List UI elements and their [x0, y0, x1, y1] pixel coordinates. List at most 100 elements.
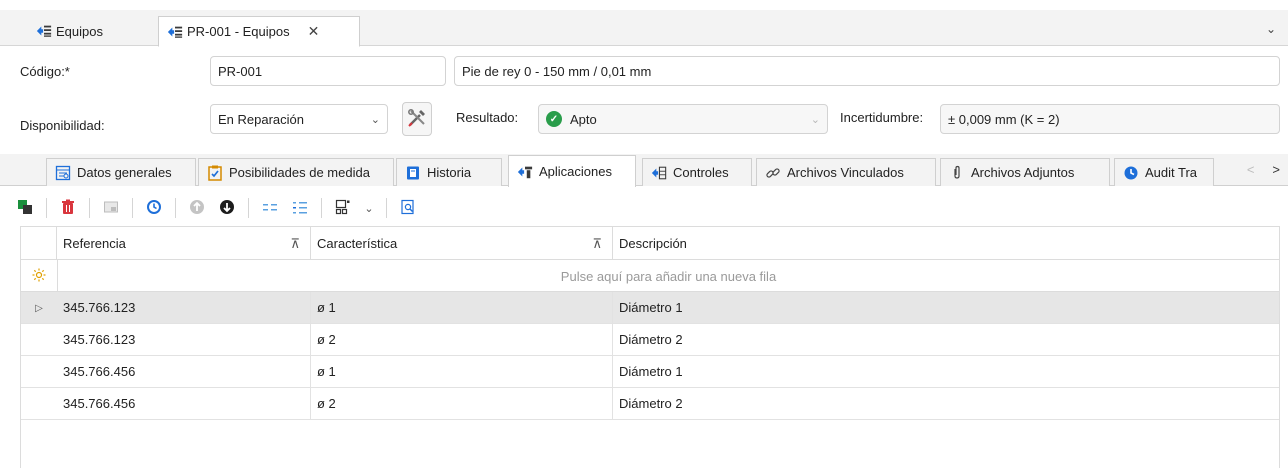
tab-label: Archivos Vinculados	[787, 165, 904, 180]
cell-descripcion[interactable]: Diámetro 1	[613, 292, 1279, 323]
cell-descripcion[interactable]: Diámetro 2	[613, 388, 1279, 419]
toolbar-separator	[248, 198, 249, 218]
cell-descripcion[interactable]: Diámetro 2	[613, 324, 1279, 355]
edit-row-button[interactable]	[98, 195, 124, 221]
history-button[interactable]	[141, 195, 167, 221]
disponibilidad-row: Disponibilidad: En Reparación ⌄ Resultad…	[0, 102, 1288, 142]
cell-descripcion[interactable]: Diámetro 1	[613, 356, 1279, 387]
column-header-referencia[interactable]: Referencia ⊼	[57, 227, 311, 260]
table-row[interactable]: ▷ 345.766.123 ø 1 Diámetro 1	[21, 292, 1279, 324]
history-book-icon	[405, 165, 421, 181]
tab-posibilidades-de-medida[interactable]: Posibilidades de medida	[198, 158, 394, 186]
arrow-up-circle-icon	[189, 199, 205, 218]
tab-audit-trail[interactable]: Audit Tra	[1114, 158, 1214, 186]
tab-datos-generales[interactable]: Datos generales	[46, 158, 196, 186]
detail-tab-bar: Datos generales Posibilidades de medida …	[0, 154, 1288, 187]
table-row[interactable]: 345.766.456 ø 2 Diámetro 2	[21, 388, 1279, 420]
applications-icon	[517, 164, 533, 180]
add-row-button[interactable]	[12, 195, 38, 221]
column-header-label: Característica	[317, 236, 398, 251]
sort-icon[interactable]: ⊼	[290, 236, 300, 252]
toolbar-separator	[386, 198, 387, 218]
close-icon[interactable]: ✕	[308, 23, 320, 40]
sort-icon[interactable]: ⊼	[592, 236, 602, 252]
tab-label: Archivos Adjuntos	[971, 165, 1075, 180]
tab-archivos-vinculados[interactable]: Archivos Vinculados	[756, 158, 936, 186]
trash-icon	[60, 199, 76, 218]
cell-referencia[interactable]: 345.766.123	[57, 324, 311, 355]
doc-tab-equipos[interactable]: Equipos	[28, 16, 111, 46]
cell-caracteristica[interactable]: ø 1	[311, 356, 613, 387]
doc-tab-label: PR-001 - Equipos	[187, 24, 290, 39]
tab-label: Historia	[427, 165, 472, 180]
collapse-icon	[262, 199, 278, 218]
checklist-icon	[207, 165, 223, 181]
tab-historia[interactable]: Historia	[396, 158, 502, 186]
resultado-label: Resultado:	[456, 110, 519, 125]
toolbar-separator	[132, 198, 133, 218]
tab-label: Audit Tra	[1145, 165, 1198, 180]
layout-button[interactable]	[330, 195, 356, 221]
equipment-icon	[167, 24, 183, 40]
tab-label: Controles	[673, 165, 729, 180]
tab-controles[interactable]: Controles	[642, 158, 752, 186]
arrow-down-circle-icon	[219, 199, 235, 218]
table-row[interactable]: 345.766.456 ø 1 Diámetro 1	[21, 356, 1279, 388]
tab-aplicaciones[interactable]: Aplicaciones	[508, 155, 636, 187]
cell-referencia[interactable]: 345.766.456	[57, 388, 311, 419]
repair-tools-button[interactable]	[402, 102, 432, 136]
layout-dropdown-button[interactable]: ⌄	[360, 195, 378, 221]
codigo-label: Código:*	[20, 64, 70, 79]
print-preview-button[interactable]	[395, 195, 421, 221]
window-icon	[103, 199, 119, 218]
row-indicator: ▷	[21, 292, 57, 324]
chevron-down-icon: ⌄	[810, 113, 820, 126]
check-circle-icon: ✓	[546, 111, 562, 127]
chevron-down-icon[interactable]: ⌄	[1266, 22, 1276, 36]
grid-toolbar: ⌄	[8, 191, 1280, 225]
cell-referencia[interactable]: 345.766.123	[57, 292, 311, 323]
cell-referencia[interactable]: 345.766.456	[57, 356, 311, 387]
delete-button[interactable]	[55, 195, 81, 221]
cell-caracteristica[interactable]: ø 1	[311, 292, 613, 323]
resultado-dropdown[interactable]: ✓ Apto ⌄	[538, 104, 828, 134]
audit-trail-icon	[1123, 165, 1139, 181]
doc-tab-pr-001[interactable]: PR-001 - Equipos ✕	[158, 16, 360, 47]
history-icon	[146, 199, 162, 218]
tab-label: Posibilidades de medida	[229, 165, 370, 180]
move-down-button[interactable]	[214, 195, 240, 221]
resultado-value-wrap: ✓ Apto	[546, 111, 597, 127]
tab-scroll-arrows: < >	[1247, 162, 1280, 177]
descripcion-field[interactable]: Pie de rey 0 - 150 mm / 0,01 mm	[454, 56, 1280, 86]
codigo-row: Código:* PR-001 Pie de rey 0 - 150 mm / …	[0, 54, 1288, 86]
tab-archivos-adjuntos[interactable]: Archivos Adjuntos	[940, 158, 1110, 186]
tab-label: Aplicaciones	[539, 164, 612, 179]
preview-icon	[400, 199, 416, 218]
grid-header: Referencia ⊼ Característica ⊼ Descripció…	[21, 226, 1279, 260]
layout-icon	[335, 199, 351, 218]
incertidumbre-field[interactable]: ± 0,009 mm (K = 2)	[940, 104, 1280, 134]
column-header-descripcion[interactable]: Descripción	[613, 227, 1279, 260]
disponibilidad-label: Disponibilidad:	[20, 118, 105, 133]
toolbar-separator	[321, 198, 322, 218]
doc-tab-label: Equipos	[56, 23, 103, 39]
cell-caracteristica[interactable]: ø 2	[311, 324, 613, 355]
disponibilidad-dropdown[interactable]: En Reparación ⌄	[210, 104, 388, 134]
expand-all-button[interactable]	[287, 195, 313, 221]
disponibilidad-value: En Reparación	[218, 111, 304, 127]
paperclip-icon	[949, 165, 965, 181]
codigo-field[interactable]: PR-001	[210, 56, 446, 86]
incertidumbre-value: ± 0,009 mm (K = 2)	[948, 111, 1060, 127]
header-indicator-cell	[21, 227, 57, 260]
collapse-all-button[interactable]	[257, 195, 283, 221]
incertidumbre-label: Incertidumbre:	[840, 110, 924, 125]
equipment-icon	[36, 23, 52, 39]
cell-caracteristica[interactable]: ø 2	[311, 388, 613, 419]
move-up-button[interactable]	[184, 195, 210, 221]
chevron-left-icon[interactable]: <	[1247, 162, 1255, 177]
column-header-caracteristica[interactable]: Característica ⊼	[311, 227, 613, 260]
chevron-right-icon[interactable]: >	[1272, 162, 1280, 177]
general-data-icon	[55, 165, 71, 181]
table-row[interactable]: 345.766.123 ø 2 Diámetro 2	[21, 324, 1279, 356]
new-row[interactable]: Pulse aquí para añadir una nueva fila	[21, 260, 1279, 292]
